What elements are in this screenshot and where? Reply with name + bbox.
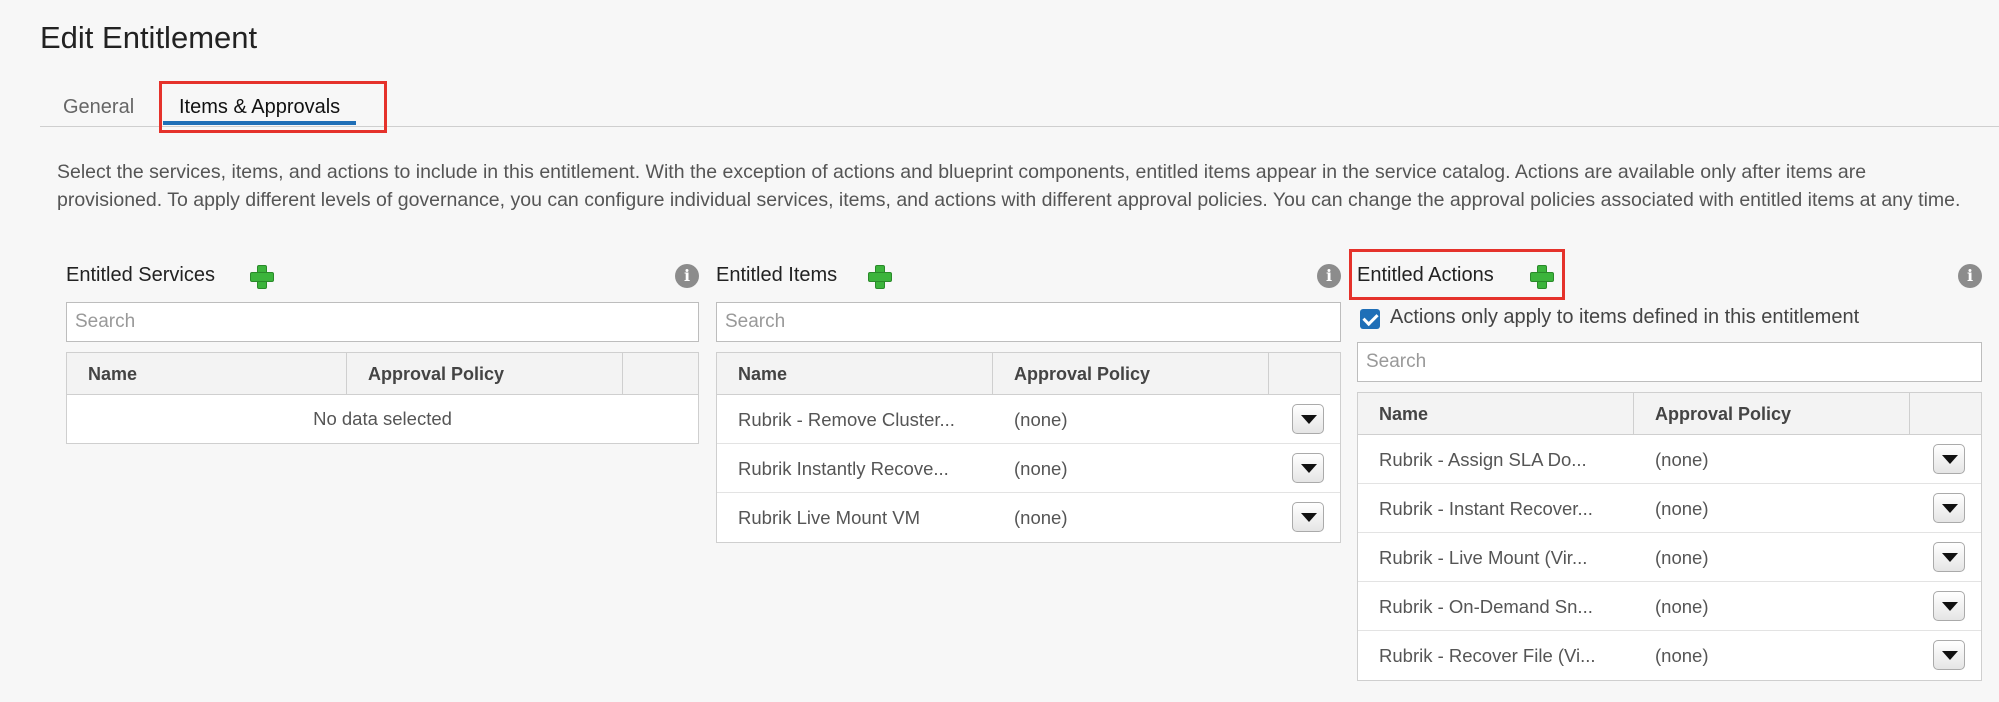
table-row[interactable]: Rubrik Instantly Recove... (none) xyxy=(717,444,1340,493)
table-row[interactable]: Rubrik - Live Mount (Vir... (none) xyxy=(1358,533,1981,582)
caret-down-icon[interactable] xyxy=(1933,493,1965,523)
table-row[interactable]: Rubrik - On-Demand Sn... (none) xyxy=(1358,582,1981,631)
items-extra-column-header xyxy=(1269,353,1340,394)
action-policy-cell: (none) xyxy=(1655,645,1709,666)
items-policy-column-header[interactable]: Approval Policy xyxy=(993,353,1269,394)
action-policy-cell: (none) xyxy=(1655,449,1709,470)
services-name-column-header[interactable]: Name xyxy=(67,353,347,394)
caret-down-icon[interactable] xyxy=(1933,591,1965,621)
actions-policy-column-header[interactable]: Approval Policy xyxy=(1634,393,1910,434)
entitled-services-header: Entitled Services i xyxy=(66,262,699,290)
action-policy-cell: (none) xyxy=(1655,596,1709,617)
actions-scope-checkbox[interactable] xyxy=(1360,309,1380,329)
action-policy-cell: (none) xyxy=(1655,498,1709,519)
item-name-cell: Rubrik Instantly Recove... xyxy=(738,458,949,479)
actions-scope-label[interactable]: Actions only apply to items defined in t… xyxy=(1390,306,1859,329)
tab-items-approvals[interactable]: Items & Approvals xyxy=(163,80,357,127)
action-name-cell: Rubrik - Assign SLA Do... xyxy=(1379,449,1587,470)
action-name-cell: Rubrik - Live Mount (Vir... xyxy=(1379,547,1588,568)
caret-down-icon[interactable] xyxy=(1933,542,1965,572)
services-search-input[interactable] xyxy=(66,302,699,342)
active-tab-indicator xyxy=(163,121,357,125)
entitled-items-panel: Entitled Items i Name Approval Policy Ru… xyxy=(716,262,1341,543)
table-row[interactable]: Rubrik Live Mount VM (none) xyxy=(717,493,1340,542)
table-row[interactable]: Rubrik - Instant Recover... (none) xyxy=(1358,484,1981,533)
action-name-cell: Rubrik - Instant Recover... xyxy=(1379,498,1593,519)
items-info-icon[interactable]: i xyxy=(1317,264,1341,288)
item-policy-cell: (none) xyxy=(1014,507,1068,528)
services-grid-header: Name Approval Policy xyxy=(67,353,698,395)
tab-bar: General Items & Approvals xyxy=(40,80,1999,127)
item-policy-cell: (none) xyxy=(1014,409,1068,430)
action-name-cell: Rubrik - On-Demand Sn... xyxy=(1379,596,1593,617)
actions-extra-column-header xyxy=(1910,393,1981,434)
entitled-actions-header: Entitled Actions i xyxy=(1357,262,1982,290)
items-name-column-header[interactable]: Name xyxy=(717,353,993,394)
item-name-cell: Rubrik Live Mount VM xyxy=(738,507,920,528)
caret-down-icon[interactable] xyxy=(1292,404,1324,434)
caret-down-icon[interactable] xyxy=(1292,502,1324,532)
actions-grid: Name Approval Policy Rubrik - Assign SLA… xyxy=(1357,392,1982,681)
items-grid-header: Name Approval Policy xyxy=(717,353,1340,395)
services-policy-column-header[interactable]: Approval Policy xyxy=(347,353,623,394)
tab-general[interactable]: General xyxy=(63,80,134,127)
entitled-services-panel: Entitled Services i Name Approval Policy… xyxy=(66,262,699,444)
services-extra-column-header xyxy=(623,353,698,394)
services-info-icon[interactable]: i xyxy=(675,264,699,288)
caret-down-icon[interactable] xyxy=(1292,453,1324,483)
services-empty-message: No data selected xyxy=(313,408,452,429)
add-item-plus-icon[interactable] xyxy=(868,265,892,289)
add-action-plus-icon[interactable] xyxy=(1530,265,1554,289)
table-row[interactable]: Rubrik - Assign SLA Do... (none) xyxy=(1358,435,1981,484)
caret-down-icon[interactable] xyxy=(1933,640,1965,670)
actions-scope-option: Actions only apply to items defined in t… xyxy=(1357,302,1982,334)
actions-info-icon[interactable]: i xyxy=(1958,264,1982,288)
items-grid: Name Approval Policy Rubrik - Remove Clu… xyxy=(716,352,1341,543)
item-policy-cell: (none) xyxy=(1014,458,1068,479)
action-name-cell: Rubrik - Recover File (Vi... xyxy=(1379,645,1596,666)
entitled-actions-title: Entitled Actions xyxy=(1357,264,1494,286)
entitlement-description: Select the services, items, and actions … xyxy=(57,161,1961,211)
add-service-plus-icon[interactable] xyxy=(250,265,274,289)
actions-grid-header: Name Approval Policy xyxy=(1358,393,1981,435)
action-policy-cell: (none) xyxy=(1655,547,1709,568)
actions-search-input[interactable] xyxy=(1357,342,1982,382)
entitled-services-title: Entitled Services xyxy=(66,264,215,286)
entitled-actions-panel: Entitled Actions i Actions only apply to… xyxy=(1357,262,1982,681)
tab-items-approvals-label: Items & Approvals xyxy=(179,96,341,118)
table-row[interactable]: Rubrik - Remove Cluster... (none) xyxy=(717,395,1340,444)
entitled-items-header: Entitled Items i xyxy=(716,262,1341,290)
entitled-items-title: Entitled Items xyxy=(716,264,838,286)
items-search-input[interactable] xyxy=(716,302,1341,342)
item-name-cell: Rubrik - Remove Cluster... xyxy=(738,409,955,430)
caret-down-icon[interactable] xyxy=(1933,444,1965,474)
table-row[interactable]: Rubrik - Recover File (Vi... (none) xyxy=(1358,631,1981,680)
page-title: Edit Entitlement xyxy=(40,20,258,55)
actions-name-column-header[interactable]: Name xyxy=(1358,393,1634,434)
services-grid: Name Approval Policy No data selected xyxy=(66,352,699,444)
